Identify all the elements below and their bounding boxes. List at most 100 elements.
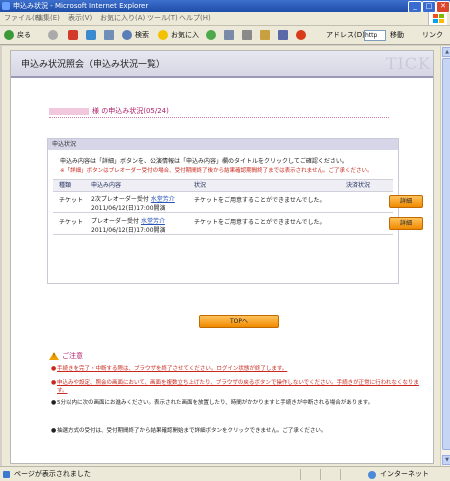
menu-tools[interactable]: ツール(T) (147, 12, 178, 25)
col-content: 申込み内容 (91, 182, 122, 189)
application-panel: 申込状況 申込み内容は「詳細」ボタンを、公演情報は「申込み内容」欄のタイトルをク… (47, 138, 423, 284)
mail-icon (224, 30, 234, 40)
row-content: 2次プレオーダー受付 水堂芳介 (91, 194, 175, 203)
scroll-down-icon[interactable]: ▼ (442, 455, 450, 465)
mail-button[interactable] (222, 26, 236, 44)
history-icon (206, 30, 216, 40)
search-button[interactable]: 検索 (120, 26, 152, 44)
search-icon (122, 30, 132, 40)
row-type: チケット (59, 219, 84, 226)
note-item: ● 抽選方式の受付は、受付期間終了から結果確認開始まで詳細ボタンをクリックできませ… (51, 427, 327, 434)
divider (49, 117, 389, 118)
refresh-icon (86, 30, 96, 40)
vertical-scrollbar[interactable]: ▲ ▼ (440, 46, 450, 466)
divider (340, 469, 341, 480)
edit-button[interactable] (258, 26, 272, 44)
refresh-button[interactable] (84, 26, 98, 44)
page-header: 申込み状況照会（申込み状況一覧） TICK (11, 51, 433, 78)
user-status-text: 様 の申込み状況(05/24) (92, 107, 169, 115)
browser-window: 申込み状況 - Microsoft Internet Explorer _ □ … (0, 0, 450, 481)
stop-button[interactable] (66, 26, 80, 44)
addon-button[interactable] (294, 26, 308, 44)
back-button[interactable]: 戻る (2, 26, 42, 44)
performance-link[interactable]: 水堂芳介 (151, 196, 175, 203)
stop-icon (68, 30, 78, 40)
back-label: 戻る (17, 31, 31, 39)
links-label[interactable]: リンク (422, 26, 443, 44)
status-text: ページが表示されました (14, 470, 91, 478)
favorites-star-icon (158, 30, 168, 40)
panel-title: 申込状況 (52, 141, 77, 148)
print-button[interactable] (240, 26, 254, 44)
user-status-heading: 様 の申込み状況(05/24) (49, 106, 389, 116)
warning-icon (49, 352, 59, 360)
row-content-kind: 2次プレオーダー受付 (91, 196, 149, 203)
print-icon (242, 30, 252, 40)
ie-icon (2, 2, 10, 10)
favorites-button[interactable]: お気に入り (156, 26, 200, 57)
page-viewport: 申込み状況照会（申込み状況一覧） TICK 様 の申込み状況(05/24) 申込… (2, 46, 440, 466)
row-status: チケットをご用意することができませんでした。 (194, 219, 326, 226)
row-date: 2011/06/12(日)17:00開演 (91, 205, 166, 212)
details-button[interactable]: 詳細 (389, 217, 423, 230)
row-status: チケットをご用意することができませんでした。 (194, 197, 326, 204)
note-item: ● 5分以内に次の画面にお進みください。表示された画面を放置したり、時間がかかりま… (51, 399, 374, 406)
toolbar: 戻る 検索 お気に入り (0, 26, 450, 57)
col-status: 状況 (194, 182, 207, 189)
row-content-kind: プレオーダー受付 (91, 218, 140, 225)
address-label: アドレス(D) (326, 31, 365, 39)
note-item: ● 手続きを完了・中断する際は、ブラウザを終了させてください。ログイン状態が終了し… (51, 365, 288, 372)
menu-bar: ファイル(F) 編集(E) 表示(V) お気に入り(A) ツール(T) ヘルプ(… (0, 12, 450, 26)
row-type: チケット (59, 197, 84, 204)
addon-icon (296, 30, 306, 40)
note-text: 手続きを完了・中断する際は、ブラウザを終了させてください。ログイン状態が終了しま… (57, 366, 288, 372)
details-button[interactable]: 詳細 (389, 195, 423, 208)
edit-icon (260, 30, 270, 40)
notes-title: ご注意 (62, 352, 83, 360)
window-title: 申込み状況 - Microsoft Internet Explorer (13, 2, 149, 10)
scroll-up-icon[interactable]: ▲ (442, 47, 450, 57)
menu-favorites[interactable]: お気に入り(A) (100, 12, 145, 25)
note-text: 抽選方式の受付は、受付期間終了から結果確認開始まで詳細ボタンをクリックできません… (57, 428, 327, 434)
scroll-thumb[interactable] (442, 58, 450, 450)
row-content: プレオーダー受付 水堂芳介 (91, 216, 165, 225)
zone-text: インターネット (380, 470, 429, 478)
forward-arrow-icon (48, 30, 58, 40)
back-arrow-icon (4, 30, 14, 40)
panel-header: 申込状況 (48, 139, 398, 150)
address-field[interactable]: http (364, 30, 386, 41)
history-button[interactable] (204, 26, 218, 44)
page-body: 申込み状況照会（申込み状況一覧） TICK 様 の申込み状況(05/24) 申込… (10, 50, 434, 464)
search-label: 検索 (135, 31, 149, 39)
table-row: チケット プレオーダー受付 水堂芳介 2011/06/12(日)17:00開演 … (53, 213, 423, 235)
divider (320, 469, 321, 480)
notes-heading: ご注意 (49, 351, 83, 361)
windows-logo-icon (428, 12, 447, 25)
menu-view[interactable]: 表示(V) (68, 12, 92, 25)
note-text: 5分以内に次の画面にお進みください。表示された画面を放置したり、時間がかかります… (57, 400, 374, 406)
page-title: 申込み状況照会（申込み状況一覧） (21, 60, 166, 70)
menu-edit[interactable]: 編集(E) (36, 12, 60, 25)
top-button[interactable]: TOPへ (199, 315, 279, 328)
panel-warning: ※「詳細」ボタンはプレオーダー受付の場合、受付期間終了後から結果確認期間終了まで… (60, 168, 373, 174)
col-type: 種類 (59, 182, 72, 189)
page-icon (3, 471, 10, 478)
site-logo: TICK (385, 54, 431, 73)
globe-icon (368, 471, 376, 479)
home-icon (104, 30, 114, 40)
masked-username (49, 107, 89, 115)
note-item: ● 申込みや設定、照会の画面において、画面を複数立ち上げたり、ブラウザの戻るボタン… (51, 379, 419, 394)
discuss-button[interactable] (276, 26, 290, 44)
home-button[interactable] (102, 26, 116, 44)
menu-help[interactable]: ヘルプ(H) (179, 12, 211, 25)
panel-description: 申込み内容は「詳細」ボタンを、公演情報は「申込み内容」欄のタイトルをクリックして… (60, 158, 348, 165)
forward-button[interactable] (46, 26, 60, 44)
col-payment: 決済状況 (346, 182, 371, 189)
title-bar: 申込み状況 - Microsoft Internet Explorer _ □ … (0, 0, 450, 13)
go-button[interactable]: 移動 (390, 26, 404, 44)
note-text: 申込みや設定、照会の画面において、画面を複数立ち上げたり、ブラウザの戻るボタンで… (57, 380, 419, 394)
table-row: チケット 2次プレオーダー受付 水堂芳介 2011/06/12(日)17:00開… (53, 191, 423, 213)
divider (300, 469, 301, 480)
status-bar: ページが表示されました インターネット (0, 466, 450, 481)
performance-link[interactable]: 水堂芳介 (141, 218, 165, 225)
